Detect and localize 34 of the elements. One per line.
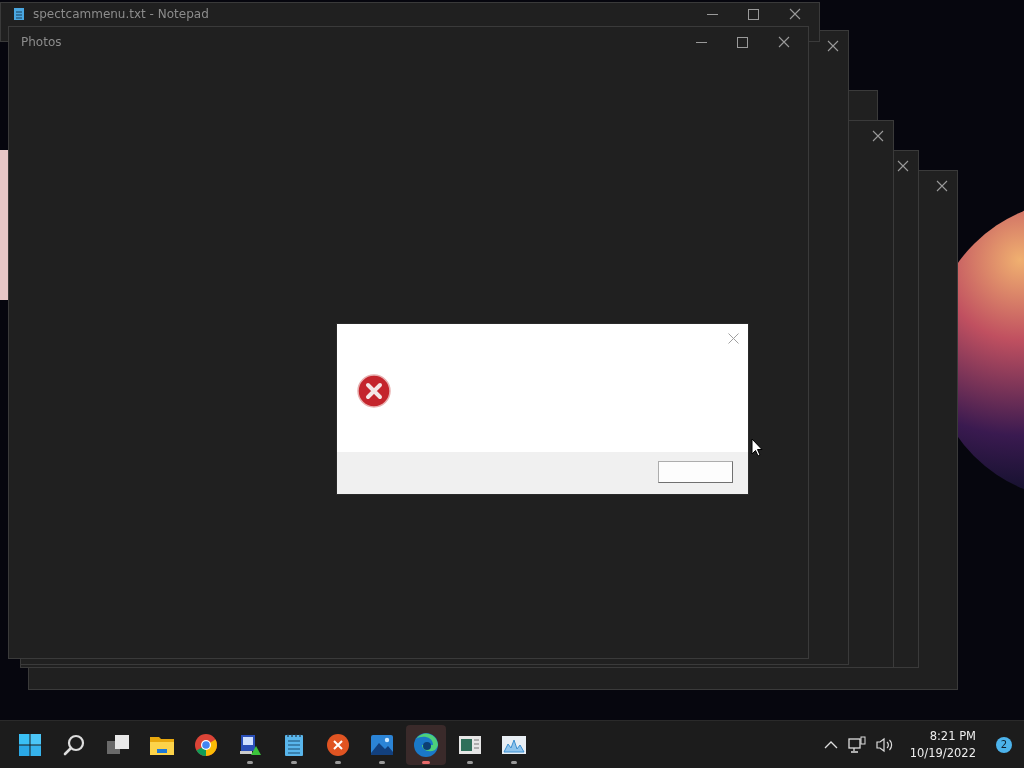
cross-circle-icon	[326, 732, 350, 757]
close-icon[interactable]	[778, 36, 790, 48]
browser-icon	[413, 731, 439, 758]
clock-time: 8:21 PM	[929, 727, 976, 745]
chart-icon	[501, 733, 527, 756]
close-icon[interactable]	[827, 40, 839, 52]
notepad-icon	[284, 732, 304, 757]
notepad-icon	[13, 7, 25, 21]
clock-date: 10/19/2022	[909, 744, 976, 762]
search-icon	[62, 732, 86, 757]
picture-icon	[370, 733, 394, 756]
task-view-icon	[106, 732, 130, 757]
window-title: Photos	[21, 35, 63, 49]
maximize-icon[interactable]	[748, 8, 759, 20]
speaker-icon[interactable]	[875, 736, 894, 753]
computer-icon	[238, 732, 262, 757]
clock[interactable]: 8:21 PM 10/19/2022	[909, 727, 976, 762]
window-icon	[458, 733, 482, 756]
close-icon[interactable]	[789, 8, 801, 20]
browser-icon	[194, 732, 218, 757]
error-icon	[357, 374, 391, 408]
dialog-button[interactable]	[658, 461, 733, 483]
notification-badge[interactable]: 2	[996, 736, 1012, 753]
close-icon[interactable]	[897, 160, 909, 172]
network-icon[interactable]	[847, 735, 866, 754]
chevron-up-icon[interactable]	[823, 740, 838, 749]
close-icon[interactable]	[728, 333, 739, 344]
mouse-pointer-icon	[751, 438, 763, 458]
window-title: spectcammenu.txt - Notepad	[33, 7, 210, 21]
close-icon[interactable]	[872, 130, 884, 142]
maximize-icon[interactable]	[737, 36, 748, 48]
close-icon[interactable]	[936, 180, 948, 192]
taskbar-button[interactable]	[406, 724, 446, 765]
start-icon	[18, 732, 42, 757]
